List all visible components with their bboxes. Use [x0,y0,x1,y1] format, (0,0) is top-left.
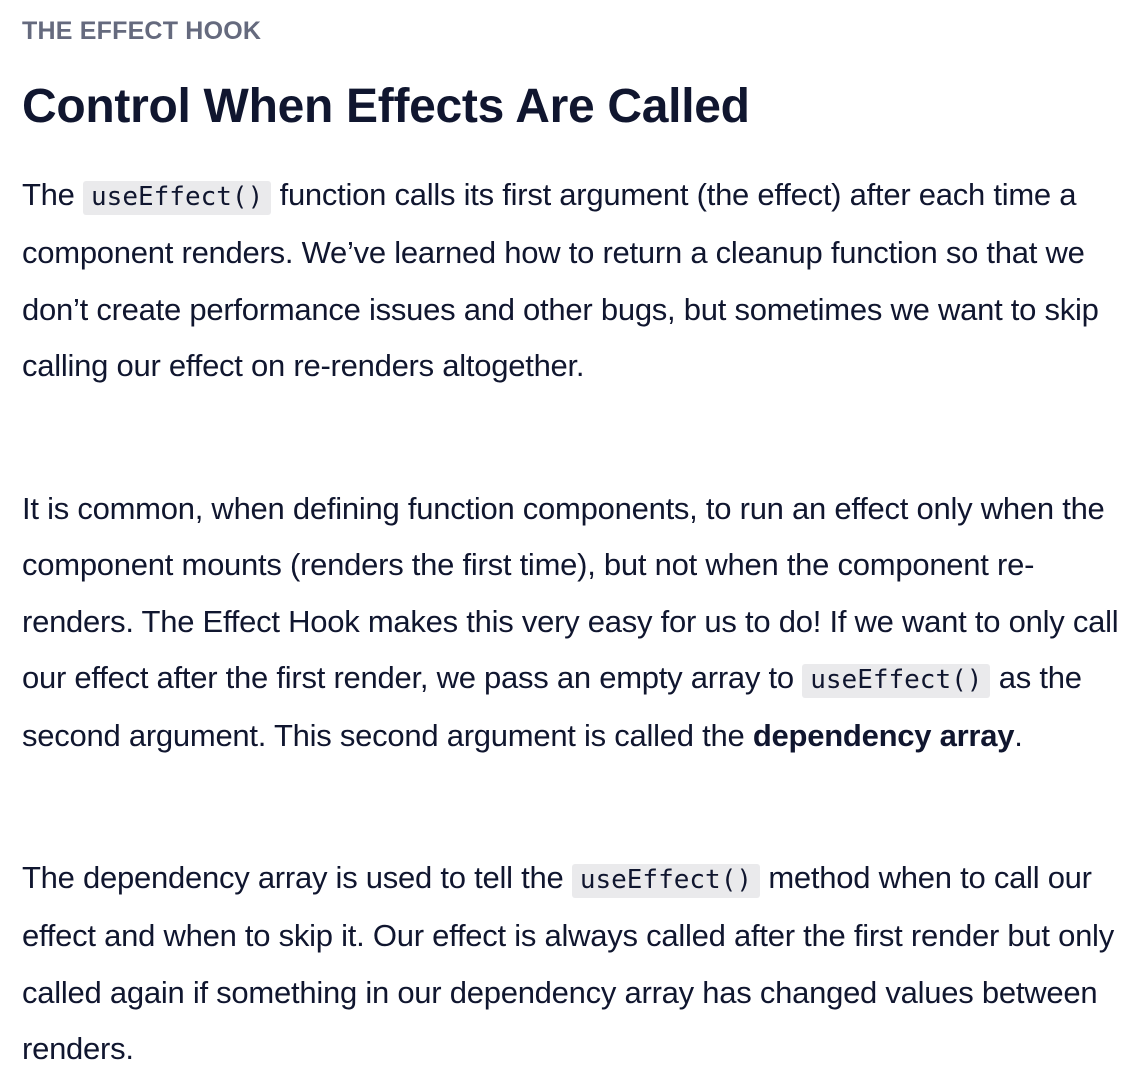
key-term: dependency array [752,718,1015,754]
paragraph-text: The [22,177,84,212]
paragraph-explanation: The dependency array is used to tell the… [22,850,1122,1077]
paragraph-text: . [1014,718,1023,754]
inline-code: useEffect() [571,864,760,898]
paragraph-dependency-array: It is common, when defining function com… [22,481,1122,764]
inline-code: useEffect() [802,663,991,698]
lesson-title: Control When Effects Are Called [22,80,750,133]
paragraph-text: The dependency array is used to tell the [22,860,572,895]
paragraph-intro: The useEffect() function calls its first… [22,167,1122,394]
section-eyebrow: THE EFFECT HOOK [22,17,262,45]
lesson-content: THE EFFECT HOOK Control When Effects Are… [0,0,1128,1078]
inline-code: useEffect() [83,181,272,215]
